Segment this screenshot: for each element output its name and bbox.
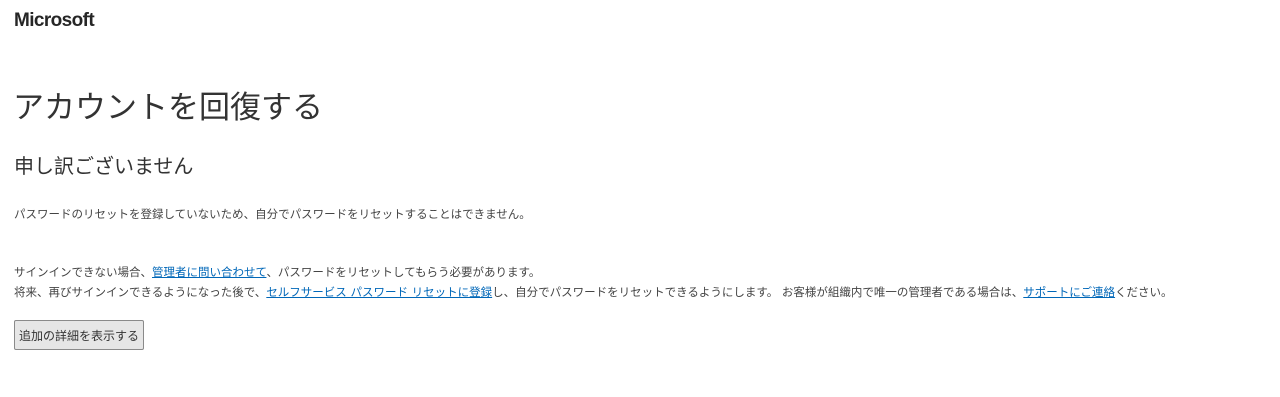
account-recovery-page: Microsoft アカウントを回復する 申し訳ございません パスワードのリセッ… [0, 0, 1280, 397]
contact-admin-message: サインインできない場合、管理者に問い合わせて、パスワードをリセットしてもらう必要… [14, 262, 540, 282]
register-suffix: ください。 [1115, 285, 1173, 299]
contact-support-link[interactable]: サポートにご連絡 [1023, 285, 1115, 299]
contact-admin-prefix: サインインできない場合、 [14, 265, 152, 279]
microsoft-logo: Microsoft [14, 10, 95, 31]
contact-admin-suffix: 、パスワードをリセットしてもらう必要があります。 [266, 265, 541, 279]
page-subtitle: 申し訳ございません [14, 154, 194, 178]
page-title: アカウントを回復する [13, 90, 323, 126]
register-sspr-link[interactable]: セルフサービス パスワード リセットに登録 [266, 285, 492, 299]
register-middle: し、自分でパスワードをリセットできるようにします。 お客様が組織内で唯一の管理者… [492, 285, 1024, 299]
reset-not-registered-message: パスワードのリセットを登録していないため、自分でパスワードをリセットすることはで… [14, 207, 531, 221]
contact-admin-link[interactable]: 管理者に問い合わせて [152, 265, 266, 279]
register-sspr-message: 将来、再びサインインできるようになった後で、セルフサービス パスワード リセット… [14, 282, 1173, 302]
show-additional-details-button[interactable]: 追加の詳細を表示する [14, 320, 145, 350]
register-prefix: 将来、再びサインインできるようになった後で、 [14, 285, 267, 299]
